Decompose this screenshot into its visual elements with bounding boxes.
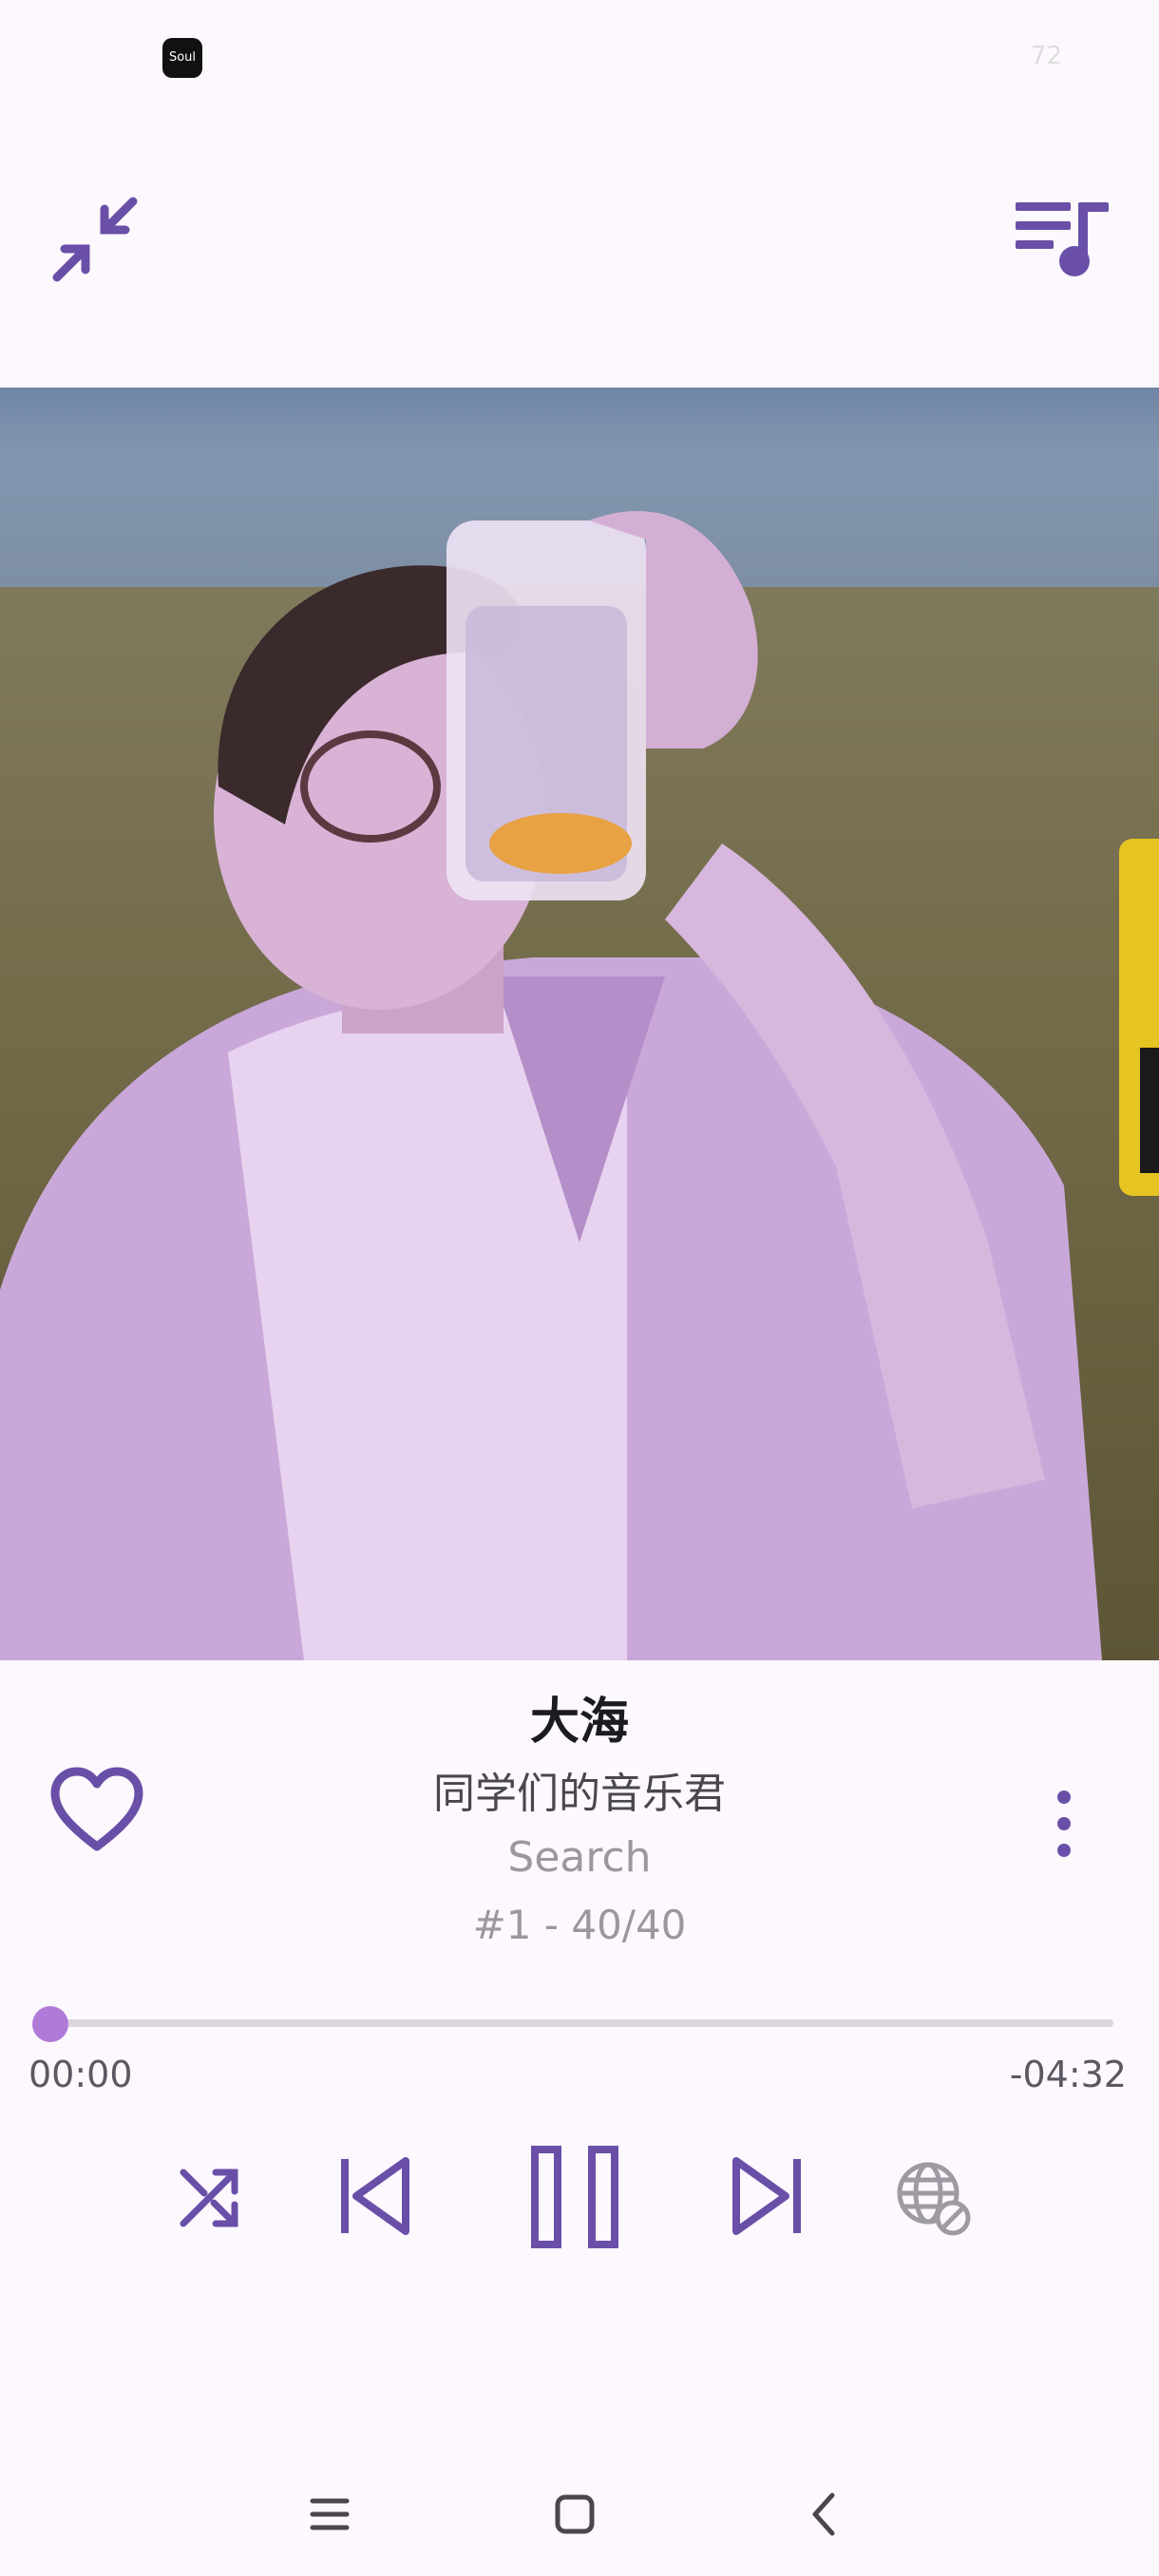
artist-name[interactable]: 同学们的音乐君 [0,1759,1159,1820]
status-bar: Soul 72 [0,0,1159,114]
more-vert-icon [1057,1790,1071,1857]
home-icon [555,2494,595,2534]
menu-icon [310,2498,350,2530]
pause-button[interactable] [522,2137,627,2257]
system-nav-bar [0,2443,1159,2576]
album-art[interactable] [0,388,1159,1660]
remaining-time: -04:32 [1009,2054,1127,2095]
skip-previous-icon [341,2157,409,2235]
back-button[interactable] [781,2472,866,2557]
album-name[interactable]: Search [0,1833,1159,1882]
shuffle-icon [180,2169,238,2227]
more-options-button[interactable] [1045,1786,1083,1862]
current-time: 00:00 [28,2054,133,2095]
collapse-arrows-icon [52,197,138,282]
shuffle-button[interactable] [171,2160,247,2236]
pause-icon [531,2146,618,2248]
soul-app-icon: Soul [162,38,202,78]
progress-bar[interactable] [51,2019,1113,2027]
back-icon [812,2492,835,2536]
album-photo [0,388,1159,1660]
song-title: 大海 [529,1694,629,1751]
minimize-button[interactable] [38,182,152,296]
track-position: #1 - 40/40 [472,1902,687,1948]
lyrics-button[interactable] [891,2156,977,2242]
recent-apps-button[interactable] [287,2472,372,2557]
home-button[interactable] [532,2472,618,2557]
queue-music-icon [1016,202,1109,276]
queue-button[interactable] [1007,182,1121,296]
next-button[interactable] [724,2149,809,2244]
progress-thumb[interactable] [32,2006,68,2042]
skip-next-icon [732,2157,801,2235]
previous-button[interactable] [332,2149,418,2244]
favorite-button[interactable] [48,1765,146,1856]
battery-level: 72 [1030,42,1062,70]
lyrics-off-icon [897,2162,971,2236]
heart-outline-icon [50,1767,143,1851]
next-album-cover[interactable] [1119,839,1159,1196]
